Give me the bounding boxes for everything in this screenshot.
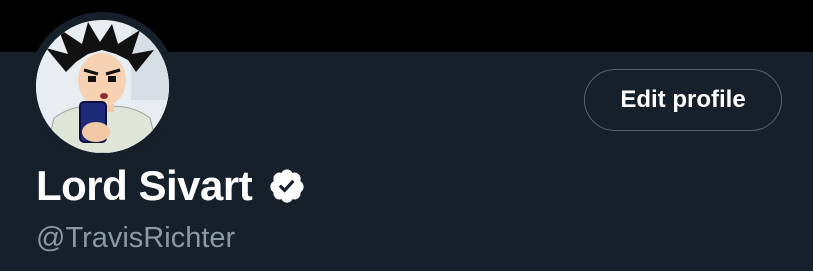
profile-header: Edit profile Lord Sivart @TravisRichter — [0, 0, 813, 271]
avatar-illustration — [36, 20, 169, 153]
name-row: Lord Sivart — [36, 160, 306, 212]
verified-badge-icon — [268, 167, 306, 205]
display-name: Lord Sivart — [36, 162, 253, 209]
avatar[interactable] — [36, 20, 169, 153]
edit-profile-button[interactable]: Edit profile — [584, 69, 782, 131]
avatar-frame[interactable] — [28, 12, 177, 161]
user-handle: @TravisRichter — [36, 222, 236, 254]
